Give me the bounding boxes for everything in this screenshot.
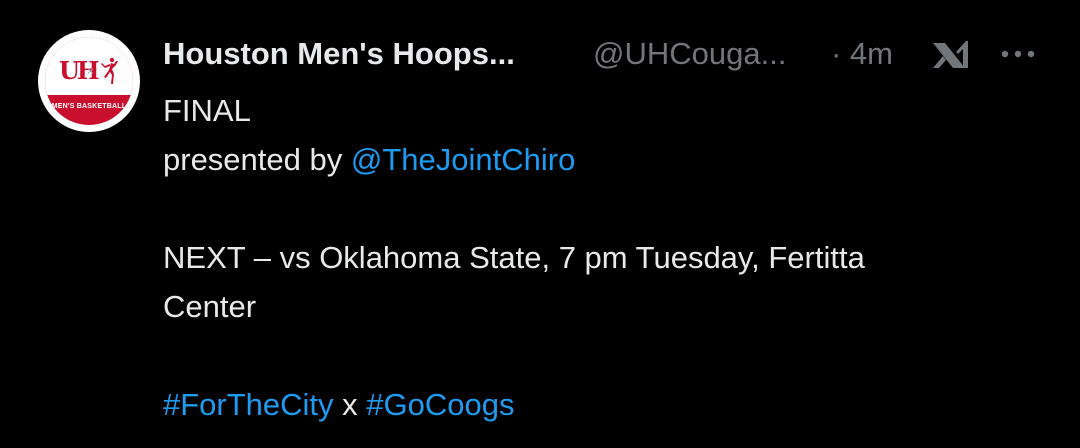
- mention-link[interactable]: @TheJointChiro: [351, 142, 575, 177]
- avatar[interactable]: UH × MEN'S BASKETBALL: [38, 30, 140, 132]
- avatar-logo: UH × MEN'S BASKETBALL: [45, 37, 133, 125]
- avatar-caption: MEN'S BASKETBALL: [51, 103, 127, 110]
- text-line-presented: presented by @TheJointChiro: [163, 135, 1043, 184]
- user-handle[interactable]: @UHCouga...: [593, 32, 786, 76]
- hashtag-separator: x: [333, 387, 367, 422]
- timestamp[interactable]: · 4m: [831, 32, 893, 76]
- tweet-text: FINAL presented by @TheJointChiro NEXT –…: [163, 86, 1043, 429]
- tweet-header: Houston Men's Hoops... @UHCouga... · 4m: [163, 32, 1063, 76]
- text-line-next-1: NEXT – vs Oklahoma State, 7 pm Tuesday, …: [163, 240, 865, 275]
- text-line-hashtags: #ForTheCity x #GoCoogs: [163, 380, 1043, 429]
- grok-icon[interactable]: [931, 38, 971, 72]
- presented-prefix: presented by: [163, 142, 351, 177]
- hashtag-link[interactable]: #ForTheCity: [163, 387, 334, 422]
- avatar-separator: ×: [87, 64, 95, 78]
- more-options-icon[interactable]: [999, 48, 1039, 60]
- hashtag-link[interactable]: #GoCoogs: [366, 387, 514, 422]
- text-line-next-2: Center: [163, 289, 257, 324]
- jumpman-icon: [101, 57, 118, 84]
- tweet[interactable]: UH × MEN'S BASKETBALL Houston Men's Hoop…: [0, 0, 1080, 448]
- text-line-final: FINAL: [163, 93, 251, 128]
- display-name[interactable]: Houston Men's Hoops...: [163, 32, 515, 76]
